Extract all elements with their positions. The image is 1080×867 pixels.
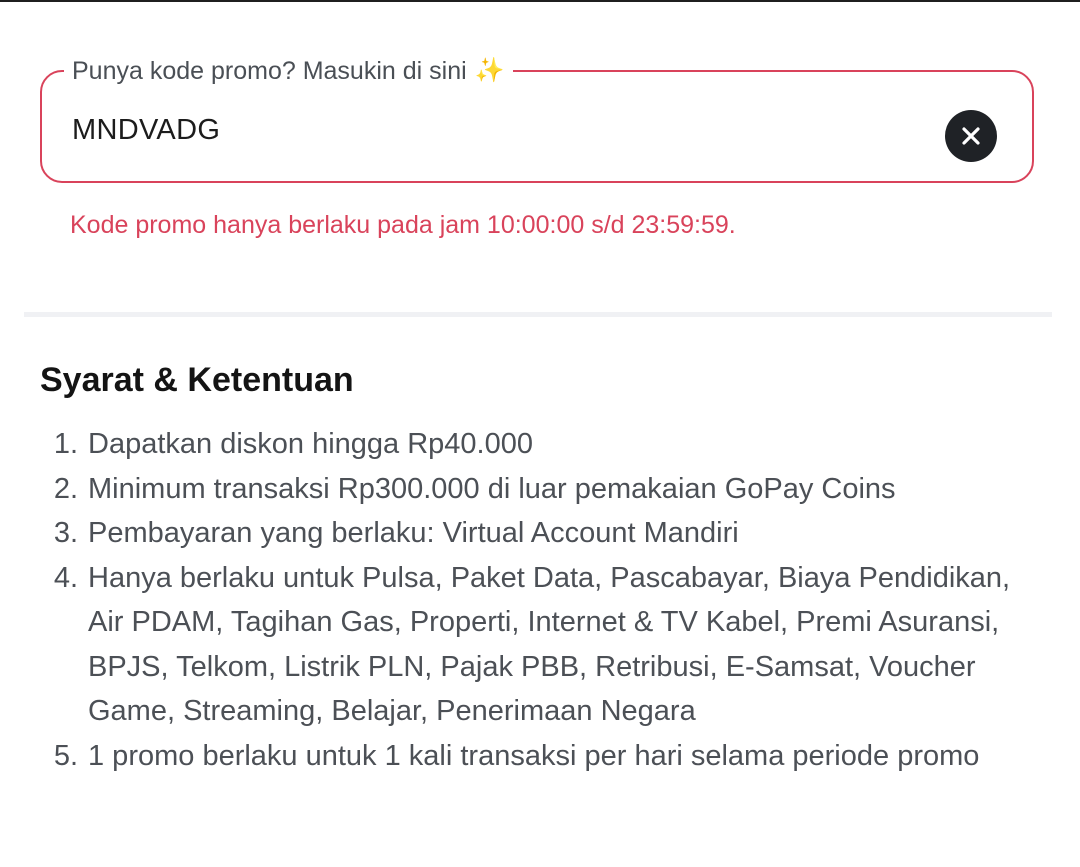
sparkle-icon: ✨ xyxy=(474,57,505,84)
term-text: 1 promo berlaku untuk 1 kali transaksi p… xyxy=(88,739,980,772)
list-item: 1. Dapatkan diskon hingga Rp40.000 xyxy=(40,422,1040,467)
term-number: 5. xyxy=(53,739,78,772)
term-text: Dapatkan diskon hingga Rp40.000 xyxy=(88,428,533,460)
term-number: 3. xyxy=(53,517,78,549)
promo-code-field[interactable]: Punya kode promo? Masukin di sini ✨ xyxy=(40,56,1034,183)
promo-code-input[interactable] xyxy=(72,110,912,150)
term-text: Pembayaran yang berlaku: Virtual Account… xyxy=(88,517,739,549)
promo-page: Punya kode promo? Masukin di sini ✨ Kode… xyxy=(0,0,1080,867)
term-number: 4. xyxy=(53,561,78,594)
list-item: 3. Pembayaran yang berlaku: Virtual Acco… xyxy=(40,511,1040,556)
top-divider xyxy=(0,0,1080,2)
list-item: 5. 1 promo berlaku untuk 1 kali transaks… xyxy=(40,734,1040,779)
promo-field-label-text: Punya kode promo? Masukin di sini xyxy=(72,57,467,85)
term-number: 1. xyxy=(53,428,78,460)
term-text: Hanya berlaku untuk Pulsa, Paket Data, P… xyxy=(88,561,1011,728)
term-text: Minimum transaksi Rp300.000 di luar pema… xyxy=(88,472,896,505)
close-icon xyxy=(962,127,980,145)
term-number: 2. xyxy=(53,472,78,505)
clear-promo-button[interactable] xyxy=(945,110,997,162)
terms-list: 1. Dapatkan diskon hingga Rp40.000 2. Mi… xyxy=(40,422,1040,778)
section-divider xyxy=(24,312,1052,317)
promo-field-label: Punya kode promo? Masukin di sini ✨ xyxy=(64,56,513,86)
promo-error-message: Kode promo hanya berlaku pada jam 10:00:… xyxy=(70,211,736,239)
terms-title: Syarat & Ketentuan xyxy=(40,361,354,399)
list-item: 2. Minimum transaksi Rp300.000 di luar p… xyxy=(40,467,1040,512)
list-item: 4. Hanya berlaku untuk Pulsa, Paket Data… xyxy=(40,556,1040,734)
